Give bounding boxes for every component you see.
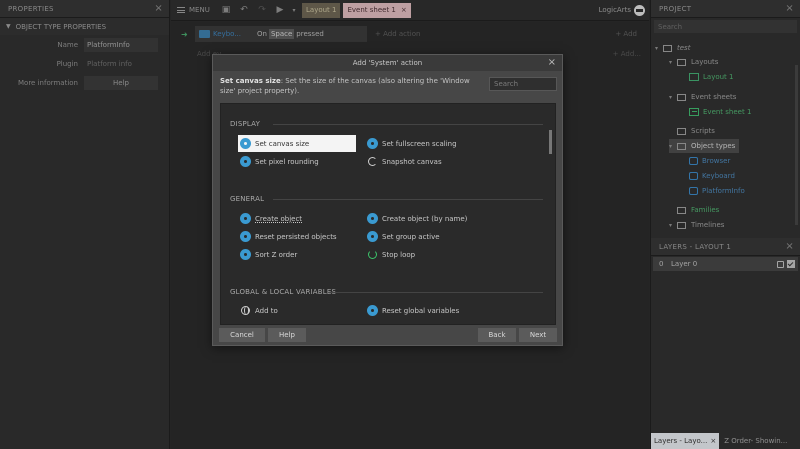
description-title: Set canvas size — [220, 77, 281, 85]
action-create-object-by-name[interactable]: Create object (by name) — [365, 210, 467, 227]
back-button[interactable]: Back — [478, 328, 516, 342]
dialog-search-input[interactable]: Search — [489, 77, 557, 91]
action-sort-z-order[interactable]: Sort Z order — [238, 246, 297, 263]
action-label: Sort Z order — [255, 250, 298, 259]
help-button[interactable]: Help — [268, 328, 306, 342]
action-reset-global-variables[interactable]: Reset global variables — [365, 302, 459, 319]
category-general: GENERAL — [230, 195, 265, 203]
gear-icon — [368, 232, 377, 241]
snapshot-icon — [368, 157, 377, 166]
gear-icon — [368, 306, 377, 315]
category-display: DISPLAY — [230, 120, 261, 128]
action-label: Set canvas size — [255, 139, 310, 148]
gear-icon — [241, 232, 250, 241]
action-label: Create object (by name) — [382, 214, 468, 223]
action-set-group-active[interactable]: Set group active — [365, 228, 440, 245]
gear-icon — [241, 139, 250, 148]
action-set-canvas-size[interactable]: Set canvas size — [238, 135, 356, 152]
action-label: Set group active — [382, 232, 440, 241]
loop-icon — [368, 250, 377, 259]
action-set-fullscreen-scaling[interactable]: Set fullscreen scaling — [365, 135, 457, 152]
action-label: Reset global variables — [382, 306, 460, 315]
action-create-object[interactable]: Create object — [238, 210, 302, 227]
action-set-pixel-rounding[interactable]: Set pixel rounding — [238, 153, 319, 170]
action-description: Set canvas size: Set the size of the can… — [220, 76, 482, 96]
dialog-title: Add 'System' action — [352, 59, 423, 67]
action-label: Set pixel rounding — [255, 157, 319, 166]
action-label: Snapshot canvas — [382, 157, 442, 166]
close-icon[interactable]: × — [548, 57, 556, 68]
action-reset-persisted-objects[interactable]: Reset persisted objects — [238, 228, 337, 245]
add-action-dialog: Add 'System' action × Set canvas size: S… — [212, 54, 563, 346]
gear-icon — [368, 139, 377, 148]
category-divider — [329, 292, 543, 293]
action-label: Create object — [255, 214, 303, 223]
action-label: Add to — [255, 306, 278, 315]
action-list: DISPLAY Set canvas size Set fullscreen s… — [220, 103, 556, 325]
action-label: Reset persisted objects — [255, 232, 337, 241]
action-label: Set fullscreen scaling — [382, 139, 457, 148]
gear-icon — [241, 214, 250, 223]
action-snapshot-canvas[interactable]: Snapshot canvas — [365, 153, 442, 170]
next-button[interactable]: Next — [519, 328, 557, 342]
dialog-titlebar: Add 'System' action × — [213, 55, 562, 71]
category-divider — [273, 124, 543, 125]
category-global-local-variables: GLOBAL & LOCAL VARIABLES — [230, 288, 337, 296]
gear-icon — [241, 250, 250, 259]
gear-icon — [368, 214, 377, 223]
category-divider — [273, 199, 543, 200]
globe-icon — [241, 306, 250, 315]
cancel-button[interactable]: Cancel — [219, 328, 265, 342]
action-label: Stop loop — [382, 250, 416, 259]
action-add-to[interactable]: Add to — [238, 302, 278, 319]
gear-icon — [241, 157, 250, 166]
action-list-scrollbar[interactable] — [549, 130, 552, 154]
action-stop-loop[interactable]: Stop loop — [365, 246, 415, 263]
